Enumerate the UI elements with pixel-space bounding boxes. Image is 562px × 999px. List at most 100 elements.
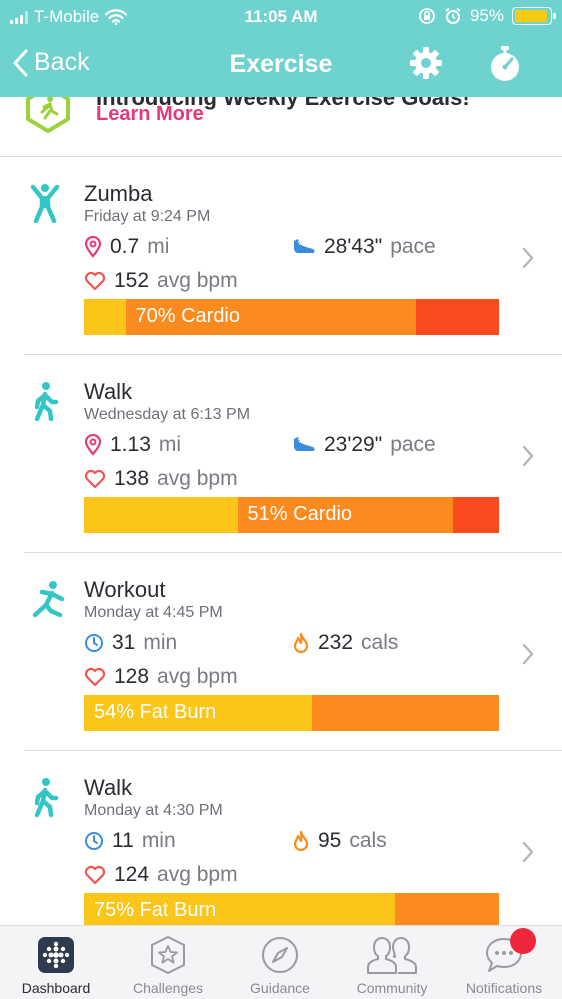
location-pin-icon (84, 236, 102, 258)
stat-value: 232 (318, 631, 354, 654)
stat-unit: cals (349, 829, 387, 852)
distance-stat: 0.7 mi (84, 235, 169, 259)
exercise-entry[interactable]: Zumba Friday at 9:24 PM 0.7 mi 28'43" pace 152… (0, 157, 562, 355)
zone-segment (453, 497, 499, 533)
heart-icon (84, 667, 106, 687)
page-title: Exercise (229, 50, 333, 78)
zone-label: 75% Fat Burn (94, 899, 217, 921)
status-bar: T-Mobile 11:05 AM 95% (0, 0, 562, 34)
dashboard-icon (38, 937, 74, 973)
heart-icon (84, 271, 106, 291)
stopwatch-icon[interactable] (488, 45, 522, 83)
stat-value: 31 (112, 631, 136, 654)
chevron-right-icon (522, 247, 534, 269)
pace-stat: 23'29" pace (292, 433, 436, 457)
heart-zone-bar: 70% Cardio (84, 299, 499, 335)
walk-icon (34, 778, 59, 818)
stat-value: 138 (114, 467, 150, 490)
tab-notifications[interactable]: Notifications (448, 926, 560, 999)
stat-value: 124 (114, 863, 150, 886)
activity-time: Monday at 4:45 PM (84, 604, 223, 621)
learn-more-link[interactable]: Learn More (96, 103, 204, 126)
heart-zone-bar: 51% Cardio (84, 497, 499, 533)
battery-icon (512, 7, 556, 25)
stat-unit: avg bpm (157, 665, 238, 688)
shoe-icon (294, 239, 315, 253)
chevron-right-icon (522, 643, 534, 665)
activity-name: Zumba (84, 181, 153, 206)
heart-zone-bar: 75% Fat Burn (84, 893, 499, 925)
stat-value: 1.13 (110, 433, 151, 456)
duration-stat: 11 min (84, 829, 176, 853)
tab-challenges[interactable]: Challenges (112, 926, 224, 999)
nav-bar: Back Exercise (0, 34, 562, 94)
flame-icon (293, 632, 309, 654)
activity-time: Friday at 9:24 PM (84, 208, 211, 225)
stat-unit: mi (147, 235, 170, 258)
stat-value: 23'29" (324, 433, 383, 456)
tab-label: Challenges (132, 980, 204, 996)
stat-unit: avg bpm (157, 467, 238, 490)
heart-icon (84, 469, 106, 489)
zone-segment (312, 695, 499, 731)
stat-unit: avg bpm (157, 863, 238, 886)
chevron-right-icon (522, 841, 534, 863)
weekly-goals-banner[interactable]: Introducing Weekly Exercise Goals! Learn… (0, 97, 562, 157)
people-icon (367, 937, 417, 974)
stat-unit: pace (390, 433, 436, 456)
zone-label: 51% Cardio (247, 503, 353, 525)
duration-stat: 31 min (84, 631, 177, 655)
zone-label: 54% Fat Burn (94, 701, 217, 723)
star-badge-icon (151, 936, 185, 974)
activity-icon (30, 381, 60, 426)
activity-name: Walk (84, 379, 133, 404)
shoe-icon (294, 437, 315, 451)
distance-stat: 1.13 mi (84, 433, 181, 457)
zone-segment (395, 893, 499, 925)
stat-unit: avg bpm (157, 269, 238, 292)
header: T-Mobile 11:05 AM 95% Back Exercise (0, 0, 562, 97)
exercise-list[interactable]: Introducing Weekly Exercise Goals! Learn… (0, 97, 562, 925)
notification-badge (510, 928, 536, 954)
tab-label: Community (356, 980, 428, 996)
clock-icon (85, 832, 103, 850)
zone-segment (84, 497, 238, 533)
pace-stat: 28'43" pace (292, 235, 436, 259)
stat-value: 28'43" (324, 235, 383, 258)
tab-label: Dashboard (21, 980, 91, 996)
zone-segment (416, 299, 499, 335)
gear-icon[interactable] (409, 46, 443, 80)
tab-dashboard[interactable]: Dashboard (0, 926, 112, 999)
activity-name: Workout (84, 577, 166, 602)
workout-icon (32, 581, 65, 618)
heart-rate-stat: 124 avg bpm (84, 863, 238, 887)
location-pin-icon (84, 434, 102, 456)
calories-stat: 95 cals (292, 829, 387, 853)
stat-value: 11 (112, 829, 134, 852)
stat-value: 152 (114, 269, 150, 292)
activity-time: Wednesday at 6:13 PM (84, 406, 251, 423)
zone-segment (84, 299, 126, 335)
activity-icon (30, 579, 66, 624)
dance-icon (30, 184, 60, 224)
exercise-entry[interactable]: Walk Monday at 4:30 PM 11 min 95 cals 124 avg b… (0, 751, 562, 925)
exercise-entry[interactable]: Walk Wednesday at 6:13 PM 1.13 mi 23'29" pace… (0, 355, 562, 553)
tab-guidance[interactable]: Guidance (224, 926, 336, 999)
tab-label: Guidance (250, 980, 310, 996)
chevron-right-icon (522, 445, 534, 467)
stat-unit: min (141, 829, 176, 852)
activity-name: Walk (84, 775, 133, 800)
stat-value: 0.7 (110, 235, 140, 258)
stat-value: 128 (114, 665, 150, 688)
tab-community[interactable]: Community (336, 926, 448, 999)
stat-unit: pace (390, 235, 436, 258)
stat-unit: cals (361, 631, 399, 654)
clock-icon (85, 634, 103, 652)
compass-icon (262, 937, 298, 973)
activity-icon (30, 777, 60, 822)
heart-rate-stat: 128 avg bpm (84, 665, 238, 689)
stat-unit: mi (158, 433, 182, 456)
activity-icon (30, 183, 60, 228)
zone-label: 70% Cardio (135, 305, 241, 327)
exercise-entry[interactable]: Workout Monday at 4:45 PM 31 min 232 cals 128 a… (0, 553, 562, 751)
